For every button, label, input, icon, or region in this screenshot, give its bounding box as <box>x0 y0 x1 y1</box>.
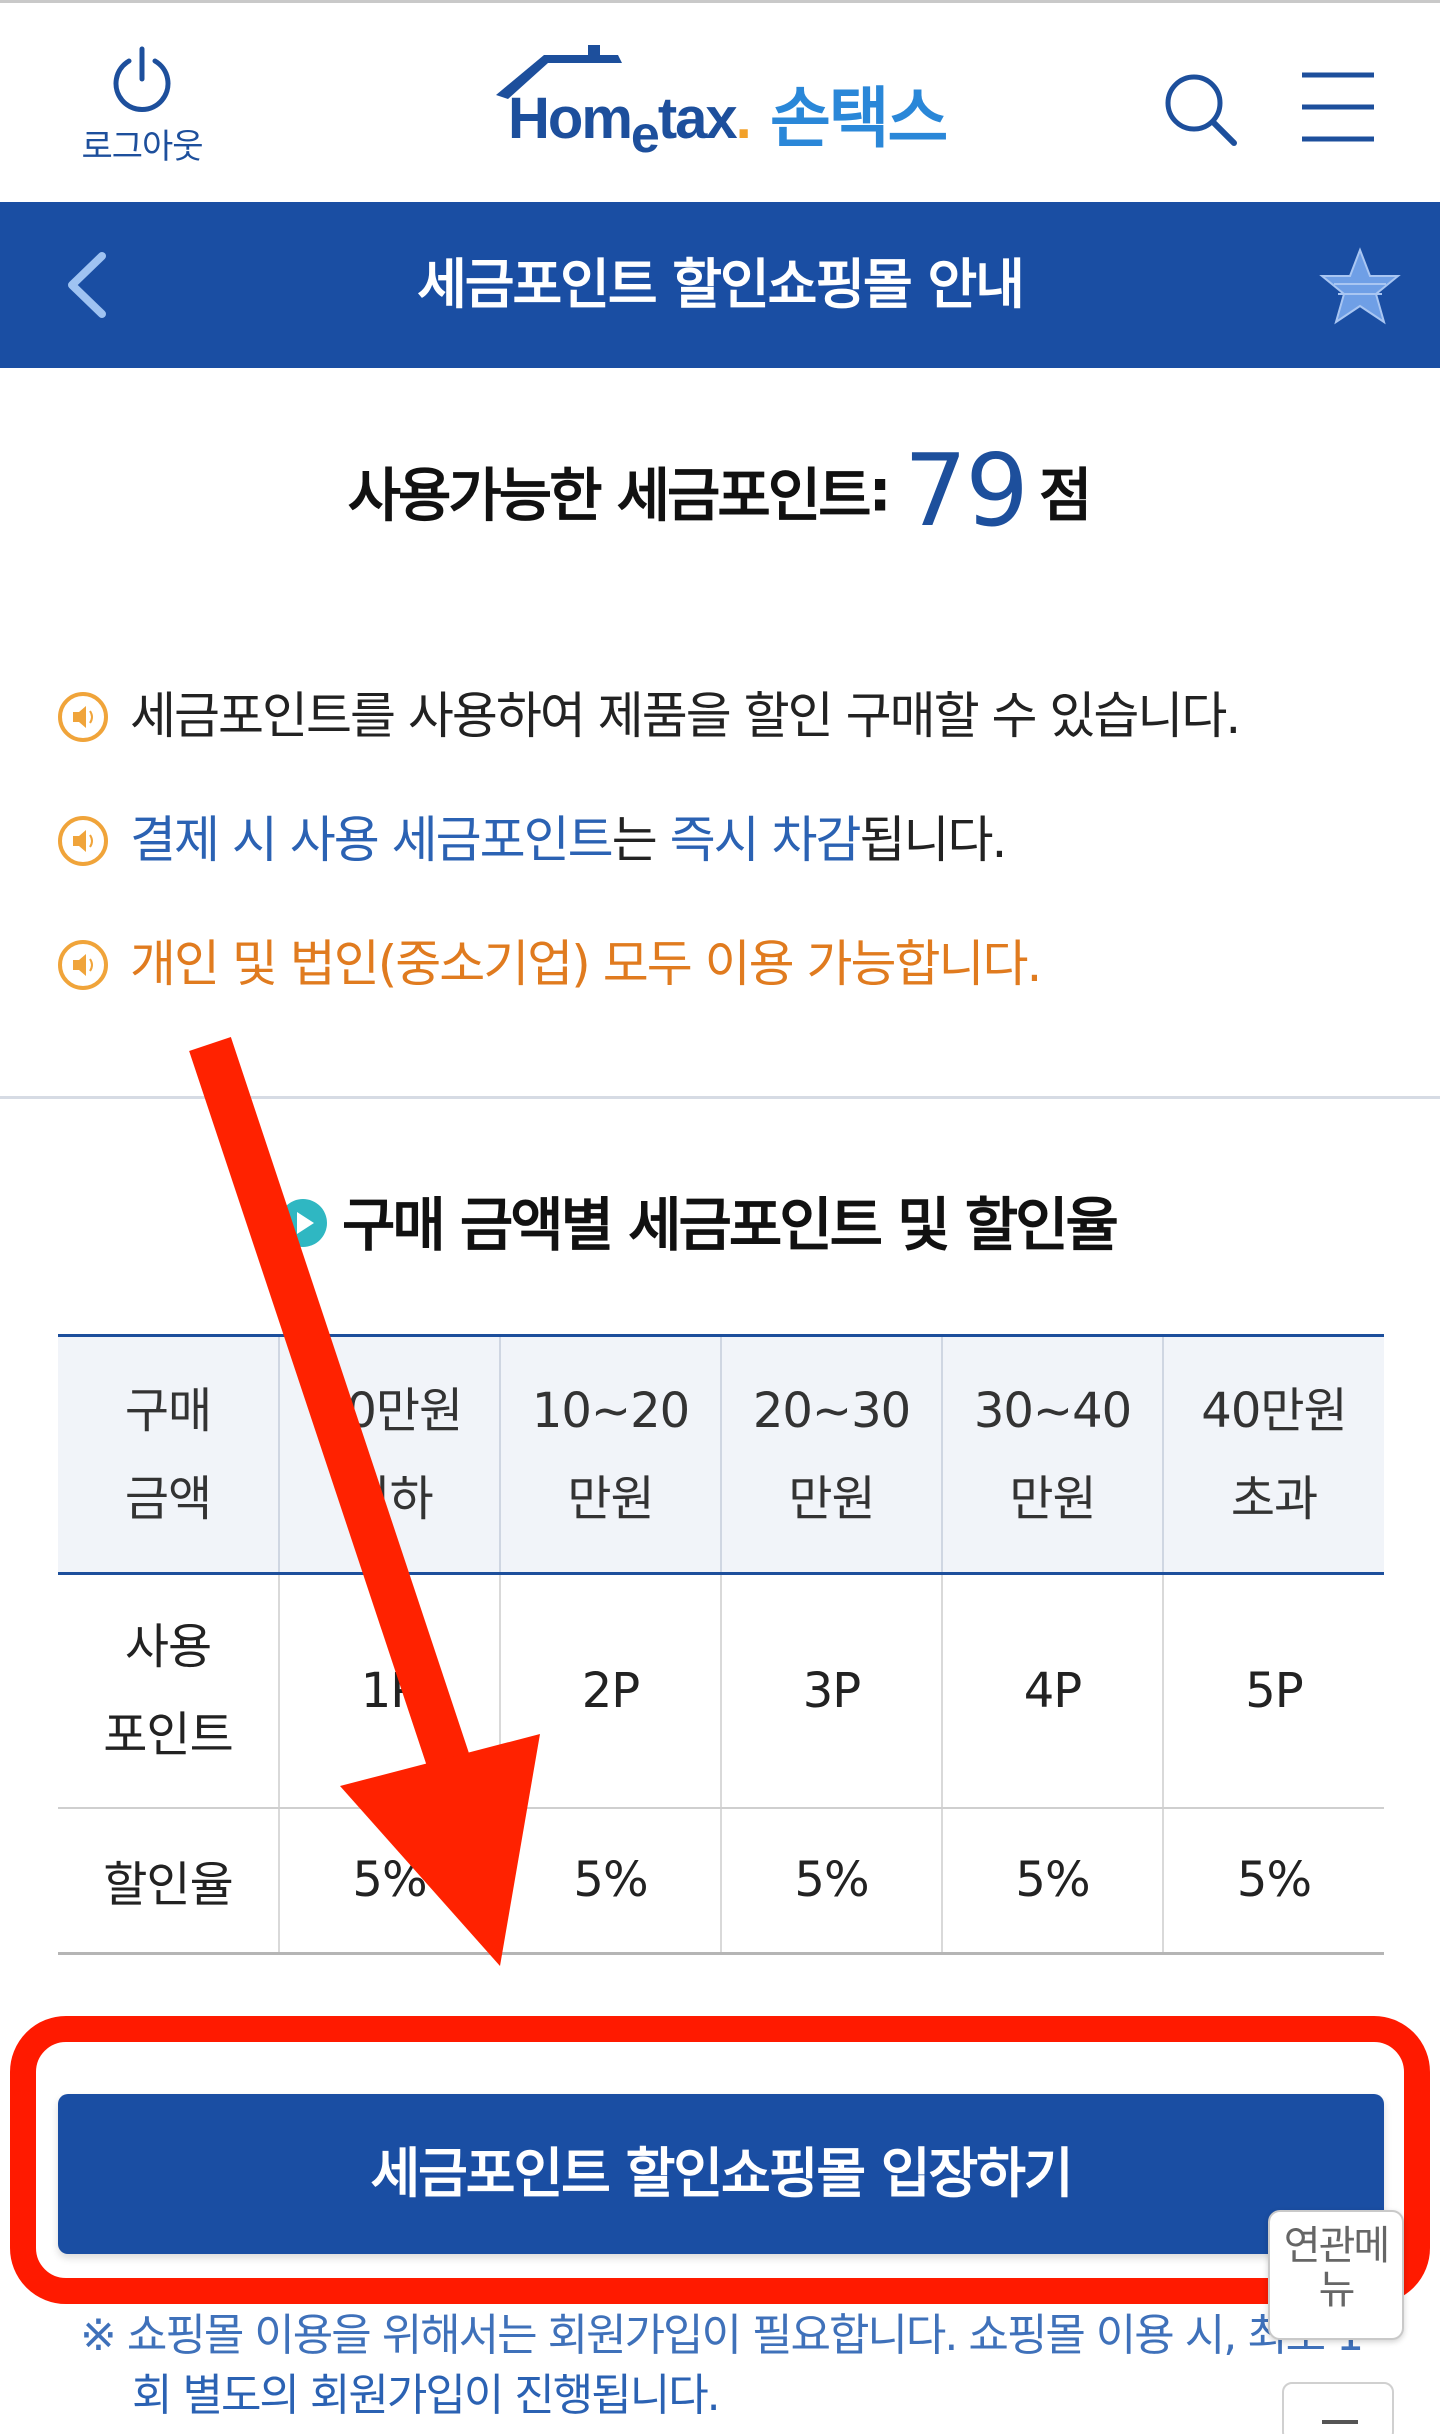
header-line: 만원 <box>788 1470 875 1527</box>
header-line: 구매 <box>124 1382 212 1439</box>
table-cell: 5% <box>279 1807 501 1955</box>
notice-item: 개인 및 법인(중소기업) 모두 이용 가능합니다. <box>56 924 1396 994</box>
speaker-bullet-icon <box>58 940 108 990</box>
table-cell: 5% <box>500 1807 722 1955</box>
logo-text-post: tax <box>657 86 738 151</box>
notice-item: 세금포인트를 사용하여 제품을 할인 구매할 수 있습니다. <box>56 676 1396 746</box>
speaker-bullet-icon <box>58 692 108 742</box>
notice-highlight: 즉시 차감 <box>669 811 862 869</box>
notice-text: 결제 시 사용 세금포인트는 즉시 차감됩니다. <box>130 800 1008 880</box>
search-icon <box>1165 74 1237 146</box>
section-divider <box>0 1096 1440 1099</box>
bottom-note-line: ※ 쇼핑몰 이용을 위해서는 회원가입이 필요합니다. 쇼핑몰 이용 시, 최초… <box>80 2310 1364 2358</box>
hometax-logo[interactable]: Hometax. 손택스 <box>488 43 968 173</box>
table-cell: 5% <box>1163 1807 1384 1955</box>
points-label: 사용가능한 세금포인트 <box>347 461 872 530</box>
header-line: 만원 <box>1009 1470 1096 1527</box>
header-line: 10~20 <box>531 1382 690 1439</box>
header-line: 초과 <box>1230 1470 1318 1527</box>
favorite-button[interactable] <box>1318 246 1402 326</box>
section-title-text: 구매 금액별 세금포인트 및 할인율 <box>342 1191 1119 1259</box>
header-line: 10만원 <box>316 1382 463 1439</box>
header-line: 40만원 <box>1201 1382 1347 1439</box>
logo-text-pre: Hom <box>508 86 633 151</box>
table-header-cell: 40만원초과 <box>1163 1334 1384 1575</box>
related-menu-button[interactable]: 연관메뉴 <box>1268 2210 1404 2340</box>
back-button[interactable] <box>58 250 118 320</box>
play-circle-icon <box>279 1199 327 1247</box>
annotation-highlight-box <box>10 2016 1430 2304</box>
table-cell: 3P <box>721 1573 943 1809</box>
related-menu-label: 연관메뉴 <box>1283 2223 1390 2313</box>
logout-label: 로그아웃 <box>81 127 203 167</box>
star-icon <box>1319 247 1401 325</box>
header-line: 30~40 <box>973 1382 1132 1439</box>
notice-plain: 는 <box>611 811 670 869</box>
discount-rate-table: 구매금액 10만원이하 10~20 만원 20~30 만원 30~40 만원 40만원… <box>58 1334 1384 1955</box>
header-line: 20~30 <box>752 1382 911 1439</box>
speaker-bullet-icon <box>58 816 108 866</box>
table-cell: 5% <box>942 1807 1164 1955</box>
logout-button[interactable]: 로그아웃 <box>62 45 222 168</box>
notice-text: 세금포인트를 사용하여 제품을 할인 구매할 수 있습니다. <box>130 687 1241 745</box>
logo-wordmark: Hometax. <box>508 85 752 164</box>
header-line: 만원 <box>567 1470 654 1527</box>
search-button[interactable] <box>1160 69 1240 149</box>
points-colon: : <box>868 456 892 525</box>
table-header-cell: 10~20 만원 <box>500 1334 722 1575</box>
logo-text-e: e <box>630 106 660 164</box>
top-header: 로그아웃 Hometax. 손택스 <box>0 0 1440 202</box>
header-line: 금액 <box>124 1470 212 1527</box>
available-points: 사용가능한 세금포인트: 79 점 <box>0 432 1440 549</box>
table-cell: 1P <box>279 1573 501 1809</box>
table-header-cell: 20~30 만원 <box>721 1334 943 1575</box>
chevron-left-icon <box>68 252 106 318</box>
logo-dot: . <box>735 86 752 151</box>
title-bar: 세금포인트 할인쇼핑몰 안내 <box>0 202 1440 368</box>
table-row: 할인율 5% 5% 5% 5% 5% <box>58 1807 1384 1955</box>
table-header-cell: 30~40 만원 <box>942 1334 1164 1575</box>
points-value: 79 <box>903 432 1029 549</box>
notice-highlight: 결제 시 사용 세금포인트 <box>130 811 614 869</box>
row-label-line: 포인트 <box>103 1706 233 1763</box>
notice-item: 결제 시 사용 세금포인트는 즉시 차감됩니다. <box>56 800 1396 870</box>
table-row: 사용포인트 1P 2P 3P 4P 5P <box>58 1573 1384 1809</box>
bottom-note: ※ 쇼핑몰 이용을 위해서는 회원가입이 필요합니다. 쇼핑몰 이용 시, 최초… <box>80 2298 1380 2434</box>
power-icon <box>113 46 171 112</box>
points-unit: 점 <box>1038 461 1093 530</box>
bottom-note-line: 회 별도의 회원가입이 진행됩니다. <box>132 2370 721 2421</box>
row-label-cell: 할인율 <box>58 1807 280 1955</box>
collapse-button[interactable] <box>1282 2382 1394 2434</box>
table-cell: 5P <box>1163 1573 1384 1809</box>
page-title: 세금포인트 할인쇼핑몰 안내 <box>417 253 1025 316</box>
row-label-line: 사용 <box>124 1618 212 1675</box>
table-cell: 4P <box>942 1573 1164 1809</box>
minus-icon <box>1322 2420 1358 2424</box>
table-header-row: 구매금액 10만원이하 10~20 만원 20~30 만원 30~40 만원 40만원… <box>58 1334 1384 1575</box>
table-cell: 5% <box>721 1807 943 1955</box>
table-header-cell: 구매금액 <box>58 1334 280 1575</box>
notice-plain: 됩니다. <box>859 811 1008 869</box>
hamburger-icon <box>1302 72 1374 142</box>
row-label-cell: 사용포인트 <box>58 1573 280 1809</box>
menu-button[interactable] <box>1298 69 1378 145</box>
header-line: 이하 <box>346 1470 433 1527</box>
notice-text: 개인 및 법인(중소기업) 모두 이용 가능합니다. <box>130 935 1042 993</box>
table-cell: 2P <box>500 1573 722 1809</box>
logo-korean: 손택스 <box>770 80 948 157</box>
table-header-cell: 10만원이하 <box>279 1334 501 1575</box>
